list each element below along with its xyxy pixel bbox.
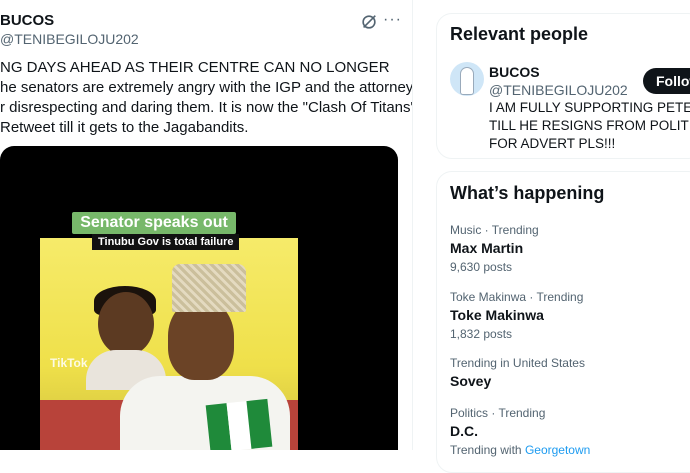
whats-happening-panel: What’s happening Music · Trending Max Ma… [436,171,690,473]
trend-meta: Trending in United States [450,356,585,370]
more-horizontal-icon[interactable]: ··· [383,11,402,29]
whats-happening-title: What’s happening [450,183,605,203]
follow-button[interactable]: Follow [643,68,690,94]
trend-item[interactable]: Trending in United States Sovey [450,355,585,390]
trend-count: Trending with Georgetown [450,442,590,458]
avatar[interactable] [450,62,484,96]
video-banner: Senator speaks out [72,212,236,234]
tweet-column: BUCOS @TENIBEGILOJU202 ··· NG DAYS AHEAD… [0,0,413,450]
tiktok-watermark: TikTok [50,356,88,370]
bio-line: I AM FULLY SUPPORTING PETER OB [489,100,690,115]
bio-line: FOR ADVERT PLS!!! [489,136,616,151]
tweet-text-line: Retweet till it gets to the Jagabandits. [0,119,249,136]
trend-count-prefix: Trending with [450,443,522,457]
grok-icon[interactable] [360,13,378,31]
trend-item[interactable]: Music · Trending Max Martin 9,630 posts [450,222,539,275]
trend-name: Toke Makinwa [450,307,544,323]
trend-name: Max Martin [450,240,524,256]
tweet-text-line: r disrespecting and daring them. It is n… [0,99,413,116]
tweet-text-line: he senators are extremely angry with the… [0,79,413,96]
bio-line: TILL HE RESIGNS FROM POLITICS. D [489,118,690,133]
trend-related-link[interactable]: Georgetown [525,443,590,457]
trend-item[interactable]: Politics · Trending D.C. Trending with G… [450,405,590,458]
person-bio: I AM FULLY SUPPORTING PETER OB TILL HE R… [489,99,690,153]
trend-count: 9,630 posts [450,260,513,274]
trend-count: 1,832 posts [450,327,513,341]
person-name[interactable]: BUCOS [489,64,540,80]
trend-item[interactable]: Toke Makinwa · Trending Toke Makinwa 1,8… [450,289,583,342]
trend-meta: Music · Trending [450,223,539,237]
tweet-text-line: NG DAYS AHEAD AS THEIR CENTRE CAN NO LON… [0,59,390,76]
tweet-text: NG DAYS AHEAD AS THEIR CENTRE CAN NO LON… [0,58,413,138]
tweet-author-handle[interactable]: @TENIBEGILOJU202 [0,31,139,47]
trend-name: Sovey [450,373,492,389]
video-subbanner: Tinubu Gov is total failure [92,234,240,250]
person-handle[interactable]: @TENIBEGILOJU202 [489,82,628,98]
nigeria-flag-icon [205,398,273,450]
trend-meta: Politics · Trending [450,406,546,420]
relevant-people-panel: Relevant people BUCOS @TENIBEGILOJU202 F… [436,13,690,159]
trend-name: D.C. [450,423,478,439]
relevant-people-title: Relevant people [450,24,589,44]
tweet-author-name[interactable]: BUCOS [0,12,54,29]
trend-meta: Toke Makinwa · Trending [450,290,584,304]
